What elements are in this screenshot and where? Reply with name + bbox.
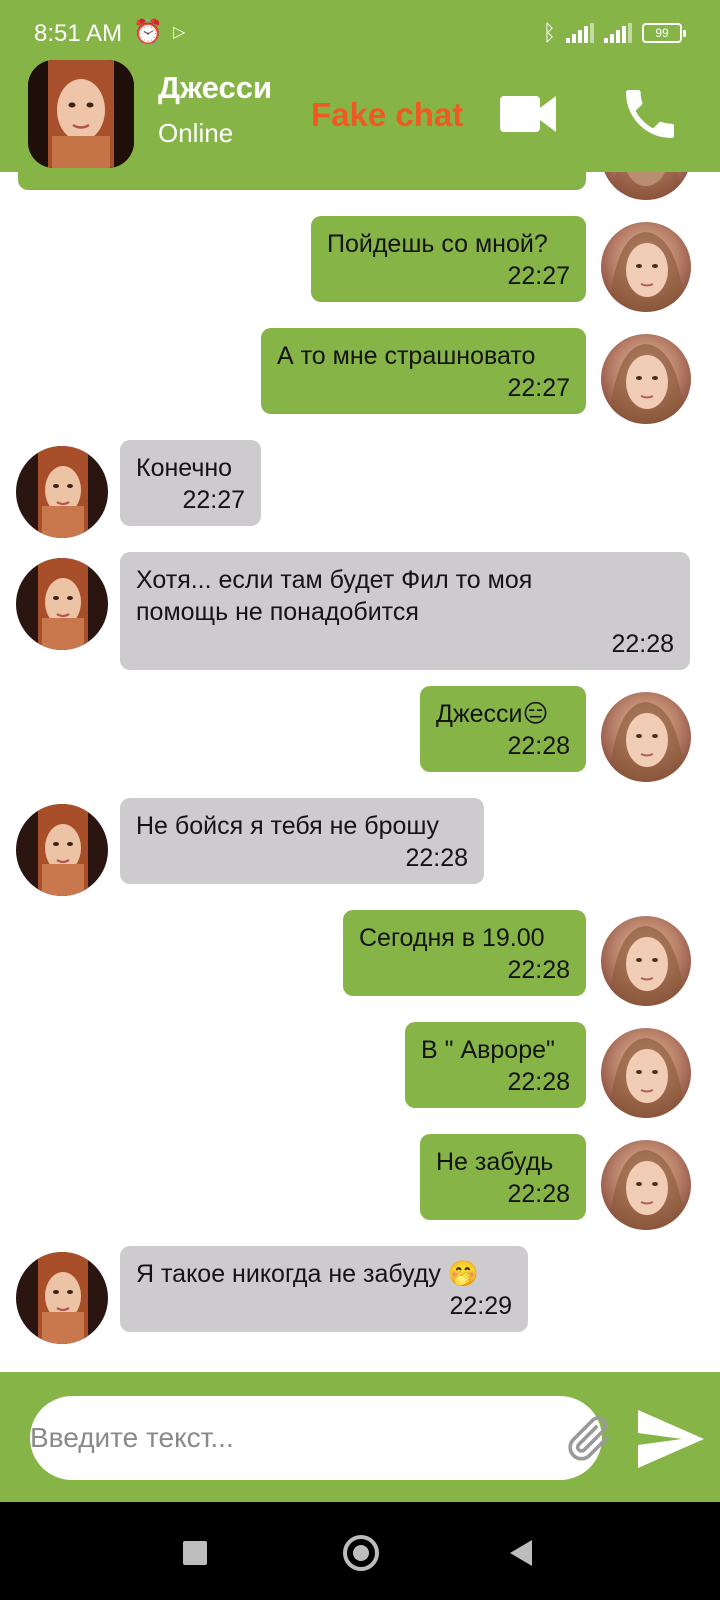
play-icon: ▷	[173, 24, 186, 41]
message-input-container[interactable]	[30, 1396, 609, 1480]
avatar-me	[601, 692, 691, 782]
system-navigation-bar	[0, 1502, 720, 1600]
message-bubble-incoming[interactable]: Я такое никогда не забуду 🤭 22:29	[120, 1246, 528, 1332]
message-time: 22:28	[405, 844, 468, 872]
chat-header: 8:51 AM ⏰ ▷ ᛒ 99 Джесси Online Fake chat	[0, 0, 720, 172]
avatar-me	[601, 1028, 691, 1118]
message-bubble-outgoing[interactable]: Не забудь 22:28	[420, 1134, 586, 1220]
message-text: Сегодня в 19.00	[359, 924, 545, 952]
message-bubble-outgoing[interactable]: А то мне страшновато 22:27	[261, 328, 586, 414]
status-indicators: ᛒ 99	[542, 20, 686, 46]
message-time: 22:29	[449, 1292, 512, 1320]
contact-avatar[interactable]	[28, 60, 134, 168]
signal-icon	[604, 23, 632, 43]
message-text: Джесси😑	[436, 700, 549, 728]
message-text: Не бойся я тебя не брошу	[136, 812, 439, 840]
paperclip-icon[interactable]	[562, 1412, 616, 1466]
message-bubble-outgoing[interactable]: Джесси😑 22:28	[420, 686, 586, 772]
message-bubble-incoming[interactable]: Не бойся я тебя не брошу 22:28	[120, 798, 484, 884]
contact-name[interactable]: Джесси	[158, 70, 272, 106]
send-icon[interactable]	[638, 1410, 704, 1468]
message-text: В " Авроре"	[421, 1036, 555, 1064]
message-text: Конечно	[136, 454, 233, 482]
message-text: А то мне страшновато	[277, 342, 536, 370]
avatar-contact[interactable]	[16, 446, 108, 538]
message-bubble-outgoing[interactable]: Сегодня в 19.00 22:28	[343, 910, 586, 996]
contact-status: Online	[158, 118, 234, 148]
message-bubble-incoming[interactable]: Конечно 22:27	[120, 440, 261, 526]
message-bubble-outgoing[interactable]: В " Авроре" 22:28	[405, 1022, 586, 1108]
back-icon[interactable]	[510, 1540, 532, 1566]
chat-area[interactable]: 22:27 Пойдешь со мной? 22:27 А то мне ст…	[0, 0, 720, 1372]
message-time: 22:28	[507, 732, 570, 760]
message-time: 22:28	[507, 956, 570, 984]
message-time: 22:28	[611, 630, 674, 658]
video-camera-icon[interactable]	[500, 92, 560, 136]
status-time: 8:51 AM	[34, 20, 123, 47]
alarm-icon: ⏰	[133, 19, 163, 46]
message-time: 22:28	[507, 1180, 570, 1208]
message-bubble-outgoing[interactable]: Пойдешь со мной? 22:27	[311, 216, 586, 302]
message-input[interactable]	[30, 1414, 530, 1462]
message-time: 22:28	[507, 1068, 570, 1096]
avatar-contact[interactable]	[16, 1252, 108, 1344]
message-text: Я такое никогда не забуду 🤭	[136, 1260, 479, 1288]
message-text: Не забудь	[436, 1148, 554, 1176]
home-icon[interactable]	[343, 1535, 379, 1571]
recent-apps-icon[interactable]	[183, 1541, 207, 1565]
avatar-contact[interactable]	[16, 558, 108, 650]
avatar-me	[601, 1140, 691, 1230]
message-time: 22:27	[507, 374, 570, 402]
app-label: Fake chat	[311, 96, 464, 133]
message-input-bar	[0, 1372, 720, 1502]
avatar-contact[interactable]	[16, 804, 108, 896]
message-time: 22:27	[182, 486, 245, 514]
message-bubble-incoming[interactable]: Хотя... если там будет Фил то моя помощь…	[120, 552, 690, 670]
avatar-me	[601, 222, 691, 312]
signal-icon	[566, 23, 594, 43]
avatar-me	[601, 334, 691, 424]
avatar-me	[601, 916, 691, 1006]
message-time: 22:27	[507, 262, 570, 290]
bluetooth-icon: ᛒ	[542, 20, 556, 45]
phone-icon[interactable]	[618, 82, 682, 146]
message-text: Пойдешь со мной?	[327, 230, 548, 258]
battery-icon: 99	[642, 23, 686, 43]
message-text: Хотя... если там будет Фил то моя помощь…	[136, 566, 533, 626]
status-bar: 8:51 AM ⏰ ▷ ᛒ 99	[0, 0, 720, 62]
